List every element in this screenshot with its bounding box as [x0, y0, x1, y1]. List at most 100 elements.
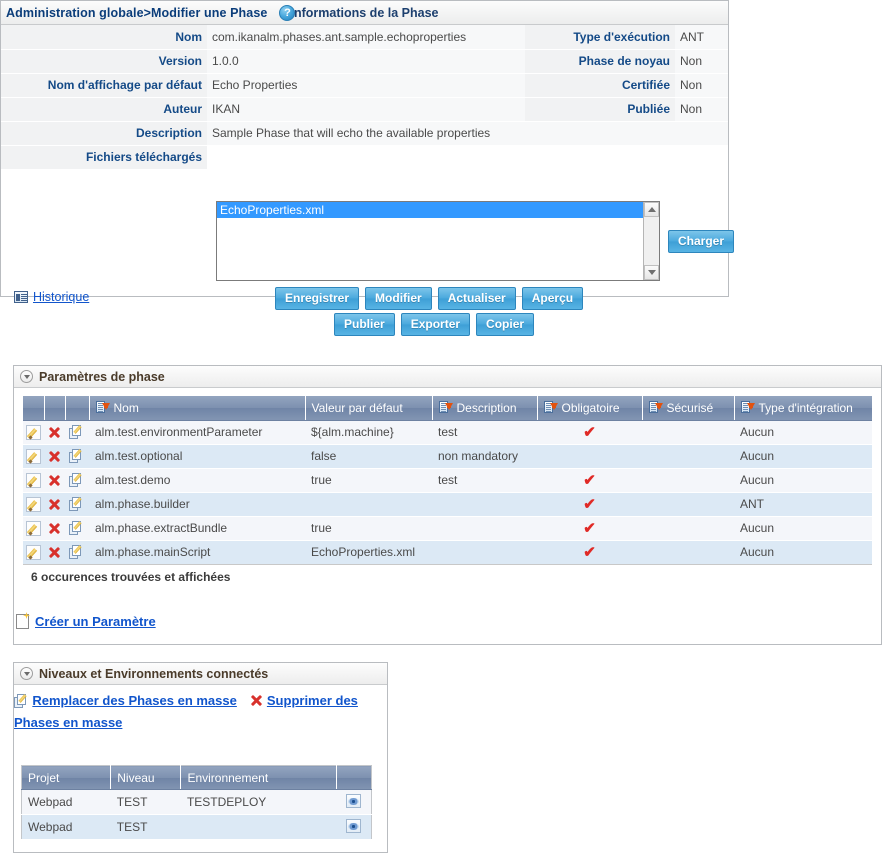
history-link-label[interactable]: Historique [33, 290, 89, 304]
cell-securise [642, 420, 734, 445]
uploaded-files-listbox[interactable]: EchoProperties.xml [216, 201, 660, 281]
row-copy-cell[interactable] [65, 420, 89, 445]
row-copy-cell[interactable] [65, 444, 89, 469]
create-parameter-link[interactable]: Créer un Paramètre [16, 614, 156, 629]
copy-icon[interactable] [69, 424, 85, 440]
help-icon[interactable]: ? [279, 5, 296, 21]
row-edit-cell[interactable] [23, 444, 44, 469]
cell-securise [642, 468, 734, 493]
levels-environments-header: Niveaux et Environnements connectés [14, 663, 387, 685]
edit-icon[interactable] [26, 520, 41, 536]
copy-icon[interactable] [69, 448, 85, 464]
info-row-nom-affichage: Nom d'affichage par défaut Echo Properti… [1, 73, 728, 98]
label-auteur: Auteur [1, 97, 207, 122]
row-delete-cell[interactable] [44, 420, 65, 445]
row-delete-cell[interactable] [44, 468, 65, 493]
publier-button[interactable]: Publier [334, 313, 395, 336]
col-type-integration[interactable]: Type d'intégration [734, 396, 872, 421]
value-auteur: IKAN [207, 97, 525, 122]
eye-icon[interactable] [346, 818, 362, 833]
col-description[interactable]: Description [432, 396, 538, 421]
eye-icon[interactable] [346, 793, 362, 808]
row-edit-cell[interactable] [23, 516, 44, 541]
cell-type-integration: Aucun [734, 540, 872, 565]
row-edit-cell[interactable] [23, 420, 44, 445]
exporter-button[interactable]: Exporter [400, 313, 471, 336]
chevron-down-icon[interactable] [20, 370, 33, 383]
row-edit-cell[interactable] [23, 540, 44, 565]
cell-valeur: true [305, 468, 432, 493]
charger-button[interactable]: Charger [668, 230, 735, 253]
col-securise-label: Sécurisé [666, 400, 714, 415]
file-list-item[interactable]: EchoProperties.xml [217, 202, 644, 218]
sort-icon-obligatoire[interactable] [543, 401, 558, 414]
cell-obligatoire: ✔ [537, 420, 642, 445]
sort-icon-securise[interactable] [648, 401, 663, 414]
actualiser-button[interactable]: Actualiser [437, 287, 516, 310]
cell-nom: alm.test.demo [89, 468, 305, 493]
delete-icon[interactable] [47, 425, 62, 440]
row-delete-cell[interactable] [44, 492, 65, 517]
cell-securise [642, 516, 734, 541]
row-copy-cell[interactable] [65, 540, 89, 565]
check-icon-obligatoire: ✔ [583, 519, 596, 537]
sort-icon-type-integration[interactable] [740, 401, 755, 414]
row-copy-cell[interactable] [65, 468, 89, 493]
cell-environnement: TESTDEPLOY [180, 789, 337, 815]
edit-icon[interactable] [26, 472, 41, 488]
cell-securise [642, 444, 734, 469]
row-delete-cell[interactable] [44, 516, 65, 541]
delete-icon[interactable] [47, 497, 62, 512]
replace-phases-link[interactable]: Remplacer des Phases en masse [32, 693, 237, 708]
cell-view-action[interactable] [336, 789, 372, 815]
check-icon-obligatoire: ✔ [583, 471, 596, 489]
history-link[interactable]: Historique [14, 290, 89, 304]
modifier-button[interactable]: Modifier [365, 287, 432, 310]
row-edit-cell[interactable] [23, 492, 44, 517]
row-edit-cell[interactable] [23, 468, 44, 493]
action-buttons-row-2: Publier Exporter Copier [334, 313, 535, 336]
delete-icon[interactable] [47, 521, 62, 536]
scroll-down-icon[interactable] [644, 265, 659, 280]
col-securise[interactable]: Sécurisé [642, 396, 735, 421]
copy-icon[interactable] [69, 472, 85, 488]
table-row: alm.test.optional false non mandatory Aucun [23, 444, 872, 469]
cell-view-action[interactable] [336, 814, 372, 840]
action-buttons-row-1: Enregistrer Modifier Actualiser Aperçu [275, 287, 584, 310]
sort-icon-nom[interactable] [95, 401, 110, 414]
cell-nom: alm.phase.extractBundle [89, 516, 305, 541]
row-copy-cell[interactable] [65, 516, 89, 541]
edit-icon[interactable] [26, 496, 41, 512]
copy-icon[interactable] [69, 520, 85, 536]
delete-icon[interactable] [47, 473, 62, 488]
row-copy-cell[interactable] [65, 492, 89, 517]
apercu-button[interactable]: Aperçu [521, 287, 584, 310]
edit-icon[interactable] [26, 448, 41, 464]
value-phase-de-noyau: Non [675, 49, 728, 74]
sort-icon-description[interactable] [438, 401, 453, 414]
copy-icon[interactable] [69, 544, 85, 560]
row-delete-cell[interactable] [44, 540, 65, 565]
col-obligatoire[interactable]: Obligatoire [537, 396, 643, 421]
copy-icon[interactable] [69, 496, 85, 512]
label-phase-de-noyau: Phase de noyau [525, 49, 675, 74]
edit-icon[interactable] [26, 544, 41, 560]
cell-obligatoire: ✔ [537, 540, 642, 565]
label-publiee: Publiée [525, 97, 675, 122]
delete-icon[interactable] [47, 449, 62, 464]
history-icon [14, 291, 28, 303]
col-nom[interactable]: Nom [89, 396, 306, 421]
col-nom-label: Nom [113, 400, 139, 415]
cell-nom: alm.test.environmentParameter [89, 420, 305, 445]
scroll-up-icon[interactable] [644, 202, 659, 217]
copier-button[interactable]: Copier [476, 313, 535, 336]
chevron-down-icon-levels[interactable] [20, 667, 33, 680]
file-list-scrollbar[interactable] [643, 202, 659, 280]
enregistrer-button[interactable]: Enregistrer [275, 287, 360, 310]
create-parameter-label[interactable]: Créer un Paramètre [35, 614, 156, 629]
row-delete-cell[interactable] [44, 444, 65, 469]
cell-projet: Webpad [21, 789, 111, 815]
edit-icon[interactable] [26, 424, 41, 440]
delete-icon[interactable] [47, 545, 62, 560]
cell-obligatoire [537, 444, 642, 469]
